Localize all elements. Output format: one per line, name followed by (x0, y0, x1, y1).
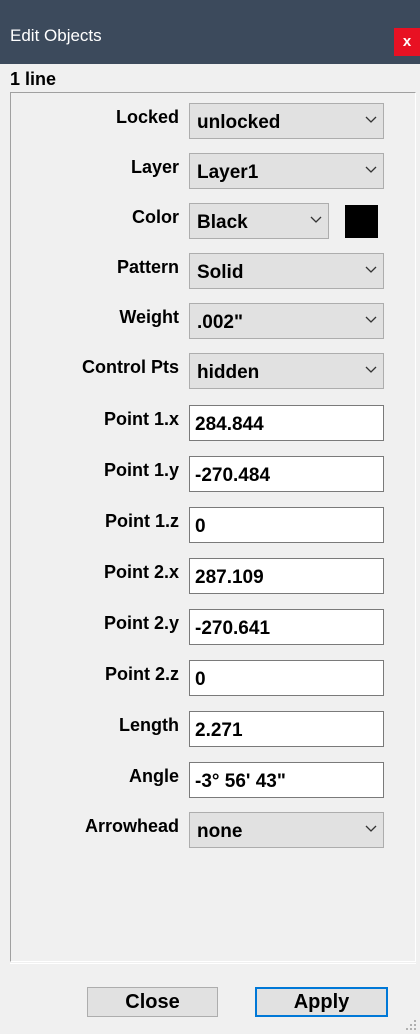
weight-select[interactable]: .002" (189, 303, 384, 339)
length-field[interactable]: 2.271 (189, 711, 384, 747)
control-pts-label: Control Pts (82, 357, 179, 377)
chevron-down-icon (365, 825, 377, 832)
row-point2y: Point 2.y -270.641 (11, 607, 415, 645)
angle-field[interactable]: -3° 56' 43" (189, 762, 384, 798)
chevron-down-icon (365, 266, 377, 273)
angle-label: Angle (128, 766, 179, 786)
locked-value: unlocked (197, 112, 281, 133)
row-color: Color Black (11, 201, 415, 239)
point1z-label: Point 1.z (104, 511, 179, 531)
row-arrowhead: Arrowhead none (11, 810, 415, 848)
length-value: 2.271 (195, 720, 243, 741)
row-point2x: Point 2.x 287.109 (11, 556, 415, 594)
point2y-label: Point 2.y (103, 613, 179, 633)
row-point1z: Point 1.z 0 (11, 505, 415, 543)
close-icon: x (402, 33, 412, 50)
point2z-label: Point 2.z (104, 664, 179, 684)
arrowhead-value: none (197, 821, 243, 842)
pattern-label: Pattern (116, 257, 179, 277)
color-swatch[interactable] (345, 205, 378, 238)
point2y-value: -270.641 (195, 618, 271, 639)
window-title: Edit Objects (10, 26, 102, 45)
point1x-field[interactable]: 284.844 (189, 405, 384, 441)
angle-value: -3° 56' 43" (195, 771, 286, 792)
layer-select[interactable]: Layer1 (189, 153, 384, 189)
layer-value: Layer1 (197, 162, 259, 183)
arrowhead-label: Arrowhead (84, 816, 179, 836)
row-weight: Weight .002" (11, 301, 415, 339)
chevron-down-icon (365, 316, 377, 323)
pattern-value: Solid (197, 262, 244, 283)
point2x-label: Point 2.x (103, 562, 179, 582)
control-pts-select[interactable]: hidden (189, 353, 384, 389)
color-select[interactable]: Black (189, 203, 329, 239)
title-bar[interactable]: Edit Objects x (0, 0, 420, 64)
row-pattern: Pattern Solid (11, 251, 415, 289)
arrowhead-select[interactable]: none (189, 812, 384, 848)
point2z-value: 0 (195, 669, 206, 690)
chevron-down-icon (365, 116, 377, 123)
row-angle: Angle -3° 56' 43" (11, 760, 415, 798)
point1y-field[interactable]: -270.484 (189, 456, 384, 492)
row-length: Length 2.271 (11, 709, 415, 747)
chevron-down-icon (365, 166, 377, 173)
point1y-label: Point 1.y (103, 460, 179, 480)
point2z-field[interactable]: 0 (189, 660, 384, 696)
point1x-label: Point 1.x (103, 409, 179, 429)
row-control-pts: Control Pts hidden (11, 351, 415, 389)
point2y-field[interactable]: -270.641 (189, 609, 384, 645)
point1z-value: 0 (195, 516, 206, 537)
row-locked: Locked unlocked (11, 101, 415, 139)
edit-objects-window: Edit Objects x 1 line Locked unlocked La… (0, 0, 420, 1034)
footer-divider (10, 963, 416, 964)
point1z-field[interactable]: 0 (189, 507, 384, 543)
point1x-value: 284.844 (195, 414, 264, 435)
selection-summary: 1 line (10, 69, 57, 89)
close-button[interactable]: Close (87, 987, 218, 1017)
row-layer: Layer Layer1 (11, 151, 415, 189)
properties-panel: Locked unlocked Layer Layer1 Color Black (10, 92, 416, 962)
apply-button[interactable]: Apply (255, 987, 388, 1017)
length-label: Length (119, 715, 179, 735)
weight-label: Weight (119, 307, 179, 327)
point2x-field[interactable]: 287.109 (189, 558, 384, 594)
resize-grip-icon[interactable] (405, 1019, 417, 1031)
point1y-value: -270.484 (195, 465, 271, 486)
color-value: Black (197, 212, 248, 233)
close-window-button[interactable]: x (394, 28, 420, 56)
row-point1x: Point 1.x 284.844 (11, 403, 415, 441)
layer-label: Layer (130, 157, 179, 177)
point2x-value: 287.109 (195, 567, 264, 588)
color-label: Color (132, 207, 179, 227)
locked-label: Locked (115, 107, 179, 127)
row-point1y: Point 1.y -270.484 (11, 454, 415, 492)
locked-select[interactable]: unlocked (189, 103, 384, 139)
chevron-down-icon (365, 366, 377, 373)
weight-value: .002" (197, 312, 243, 333)
pattern-select[interactable]: Solid (189, 253, 384, 289)
chevron-down-icon (310, 216, 322, 223)
control-pts-value: hidden (197, 362, 260, 383)
row-point2z: Point 2.z 0 (11, 658, 415, 696)
